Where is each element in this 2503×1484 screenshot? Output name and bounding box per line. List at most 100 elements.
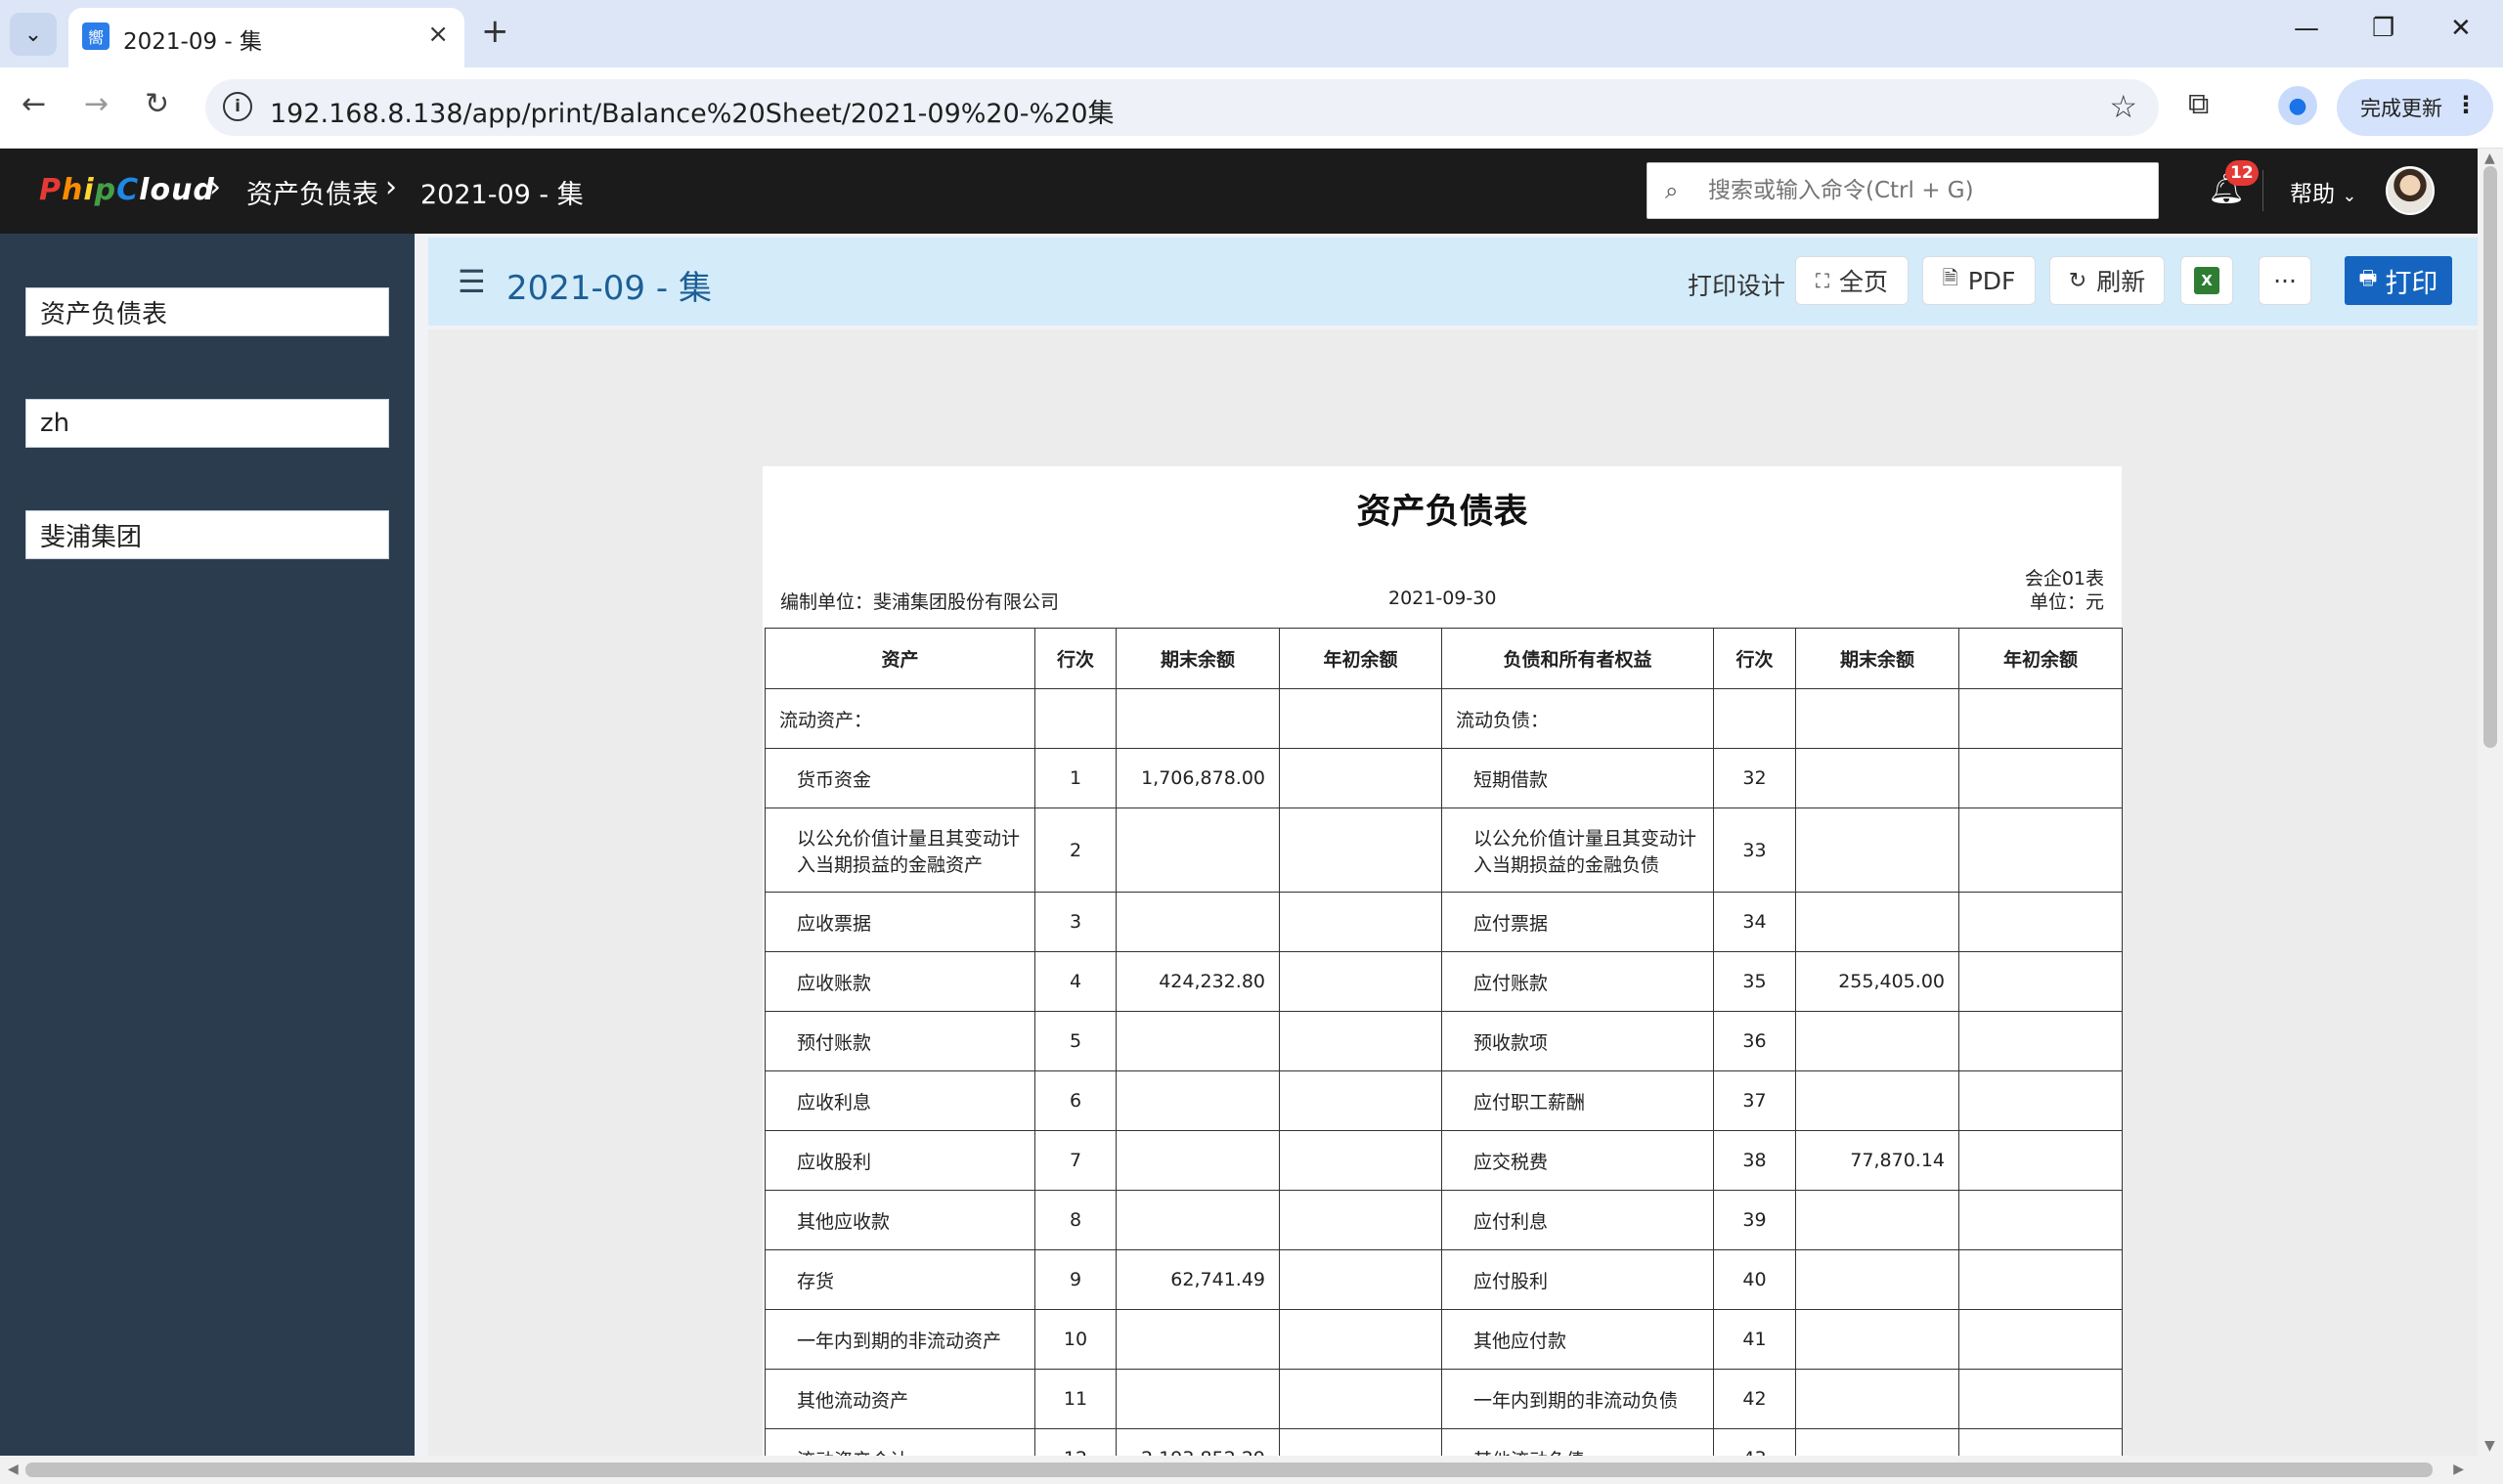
table-cell xyxy=(1279,1369,1442,1429)
site-info-icon[interactable]: i xyxy=(223,92,252,121)
language-field[interactable] xyxy=(25,399,389,448)
table-row: 流动资产： 流动负债： xyxy=(765,688,2123,749)
table-cell: 以公允价值计量且其变动计入当期损益的金融负债 xyxy=(1441,807,1714,893)
restore-icon[interactable]: ❐ xyxy=(2372,14,2394,43)
print-format-field[interactable] xyxy=(25,287,389,336)
table-cell xyxy=(1958,1130,2123,1191)
reload-icon[interactable]: ↻ xyxy=(145,87,169,121)
tab-search-chevron-icon[interactable]: ⌄ xyxy=(10,13,57,56)
more-options-button[interactable]: ··· xyxy=(2259,256,2311,305)
table-cell xyxy=(1795,807,1959,893)
letterhead-field[interactable] xyxy=(25,510,389,559)
command-search[interactable]: ⌕ xyxy=(1647,162,2159,219)
table-cell: 应收利息 xyxy=(765,1070,1035,1131)
table-cell xyxy=(1279,1309,1442,1370)
pdf-button[interactable]: 🗎︎ PDF xyxy=(1922,256,2036,305)
browser-tab[interactable]: 嚮 2021-09 - 集 × xyxy=(68,8,464,67)
sidebar xyxy=(0,234,415,1456)
table-cell: 4 xyxy=(1034,951,1117,1012)
column-header: 期末余额 xyxy=(1116,628,1280,689)
table-cell: 6 xyxy=(1034,1070,1117,1131)
horizontal-scrollbar[interactable]: ◀ ▶ xyxy=(0,1456,2503,1484)
scroll-up-icon[interactable]: ▲ xyxy=(2484,151,2495,166)
table-row: 应收股利 7 应交税费 38 77,870.14 xyxy=(765,1130,2123,1191)
table-cell: 预付账款 xyxy=(765,1011,1035,1071)
table-cell: 流动资产合计 xyxy=(765,1428,1035,1456)
report-date: 2021-09-30 xyxy=(1388,588,1497,609)
scroll-right-icon[interactable]: ▶ xyxy=(2453,1462,2464,1477)
table-cell: 应收账款 xyxy=(765,951,1035,1012)
url-text[interactable]: 192.168.8.138/app/print/Balance%20Sheet/… xyxy=(270,92,1115,130)
refresh-button[interactable]: ↻ 刷新 xyxy=(2049,256,2165,305)
breadcrumb-item-report[interactable]: 资产负债表 xyxy=(246,173,378,211)
search-icon: ⌕ xyxy=(1665,177,1679,204)
balance-sheet-table: 资产 行次 期末余额 年初余额 负债和所有者权益 行次 期末余额 年初余额 流动… xyxy=(765,628,2123,1456)
table-cell: 1,706,878.00 xyxy=(1116,748,1280,808)
header-divider xyxy=(2262,170,2263,211)
table-cell xyxy=(1116,1011,1280,1071)
report-sheet: 资产负债表 编制单位：斐浦集团股份有限公司 2021-09-30 会企01表 单… xyxy=(763,466,2123,1456)
table-cell xyxy=(1116,807,1280,893)
tab-close-icon[interactable]: × xyxy=(427,20,449,49)
chevron-right-icon: › xyxy=(209,170,221,204)
table-cell xyxy=(1795,1249,1959,1310)
browser-menu-icon[interactable]: ⋮ xyxy=(2454,91,2478,118)
extensions-icon[interactable]: ⧉ xyxy=(2188,87,2209,121)
table-cell xyxy=(1116,688,1280,749)
window-close-icon[interactable]: ✕ xyxy=(2450,14,2472,43)
more-icon: ··· xyxy=(2273,266,2297,295)
help-label: 帮助 xyxy=(2290,182,2335,207)
user-avatar[interactable] xyxy=(2386,166,2435,215)
column-header: 负债和所有者权益 xyxy=(1441,628,1714,689)
table-cell xyxy=(1116,1190,1280,1250)
table-cell xyxy=(1795,1190,1959,1250)
forward-icon[interactable]: → xyxy=(84,87,109,121)
table-row: 存货 9 62,741.49 应付股利 40 xyxy=(765,1249,2123,1310)
breadcrumb-item-document[interactable]: 2021-09 - 集 xyxy=(420,173,584,211)
table-cell: 流动负债： xyxy=(1441,688,1714,749)
print-button[interactable]: 🖶︎ 打印 xyxy=(2345,256,2452,305)
table-cell: 存货 xyxy=(765,1249,1035,1310)
table-cell xyxy=(1116,892,1280,952)
column-header: 年初余额 xyxy=(1279,628,1442,689)
minimize-icon[interactable]: — xyxy=(2294,14,2319,43)
table-cell xyxy=(1958,1070,2123,1131)
table-cell: 11 xyxy=(1034,1369,1117,1429)
column-header: 行次 xyxy=(1713,628,1796,689)
pdf-label: PDF xyxy=(1967,266,2016,295)
table-cell xyxy=(1958,892,2123,952)
table-cell: 应交税费 xyxy=(1441,1130,1714,1191)
scroll-left-icon[interactable]: ◀ xyxy=(8,1462,19,1477)
column-header: 行次 xyxy=(1034,628,1117,689)
table-cell: 5 xyxy=(1034,1011,1117,1071)
table-cell: 38 xyxy=(1713,1130,1796,1191)
new-tab-icon[interactable]: + xyxy=(481,12,509,51)
fullpage-button[interactable]: ⛶ 全页 xyxy=(1795,256,1909,305)
table-cell: 应收股利 xyxy=(765,1130,1035,1191)
update-button[interactable]: 完成更新 ⋮ xyxy=(2337,79,2493,136)
print-design-link[interactable]: 打印设计 xyxy=(1688,267,1785,302)
table-cell xyxy=(1795,748,1959,808)
back-icon[interactable]: ← xyxy=(22,87,46,121)
vertical-scrollbar[interactable]: ▲ ▼ xyxy=(2478,149,2503,1456)
tab-title: 2021-09 - 集 xyxy=(123,29,263,55)
table-cell: 流动资产： xyxy=(765,688,1035,749)
table-cell: 2,193,852.29 xyxy=(1116,1428,1280,1456)
page-title: 2021-09 - 集 xyxy=(506,269,712,308)
scroll-down-icon[interactable]: ▼ xyxy=(2484,1438,2495,1454)
menu-toggle-icon[interactable]: ☰ xyxy=(458,263,486,300)
bookmark-star-icon[interactable]: ☆ xyxy=(2109,88,2137,125)
excel-export-button[interactable]: X xyxy=(2180,256,2233,305)
table-row: 一年内到期的非流动资产 10 其他应付款 41 xyxy=(765,1309,2123,1370)
table-cell xyxy=(1279,748,1442,808)
print-label: 打印 xyxy=(2385,268,2438,299)
table-cell xyxy=(1116,1369,1280,1429)
address-bar[interactable]: i 192.168.8.138/app/print/Balance%20Shee… xyxy=(205,79,2159,136)
app-logo[interactable]: PhipCloud xyxy=(39,173,215,207)
horizontal-scroll-thumb[interactable] xyxy=(25,1462,2433,1477)
vertical-scroll-thumb[interactable] xyxy=(2483,166,2497,748)
print-preview: 资产负债表 编制单位：斐浦集团股份有限公司 2021-09-30 会企01表 单… xyxy=(428,329,2478,1456)
profile-icon[interactable]: ● xyxy=(2278,86,2317,125)
help-menu[interactable]: 帮助 ⌄ xyxy=(2290,175,2356,208)
search-input[interactable] xyxy=(1708,171,2138,210)
